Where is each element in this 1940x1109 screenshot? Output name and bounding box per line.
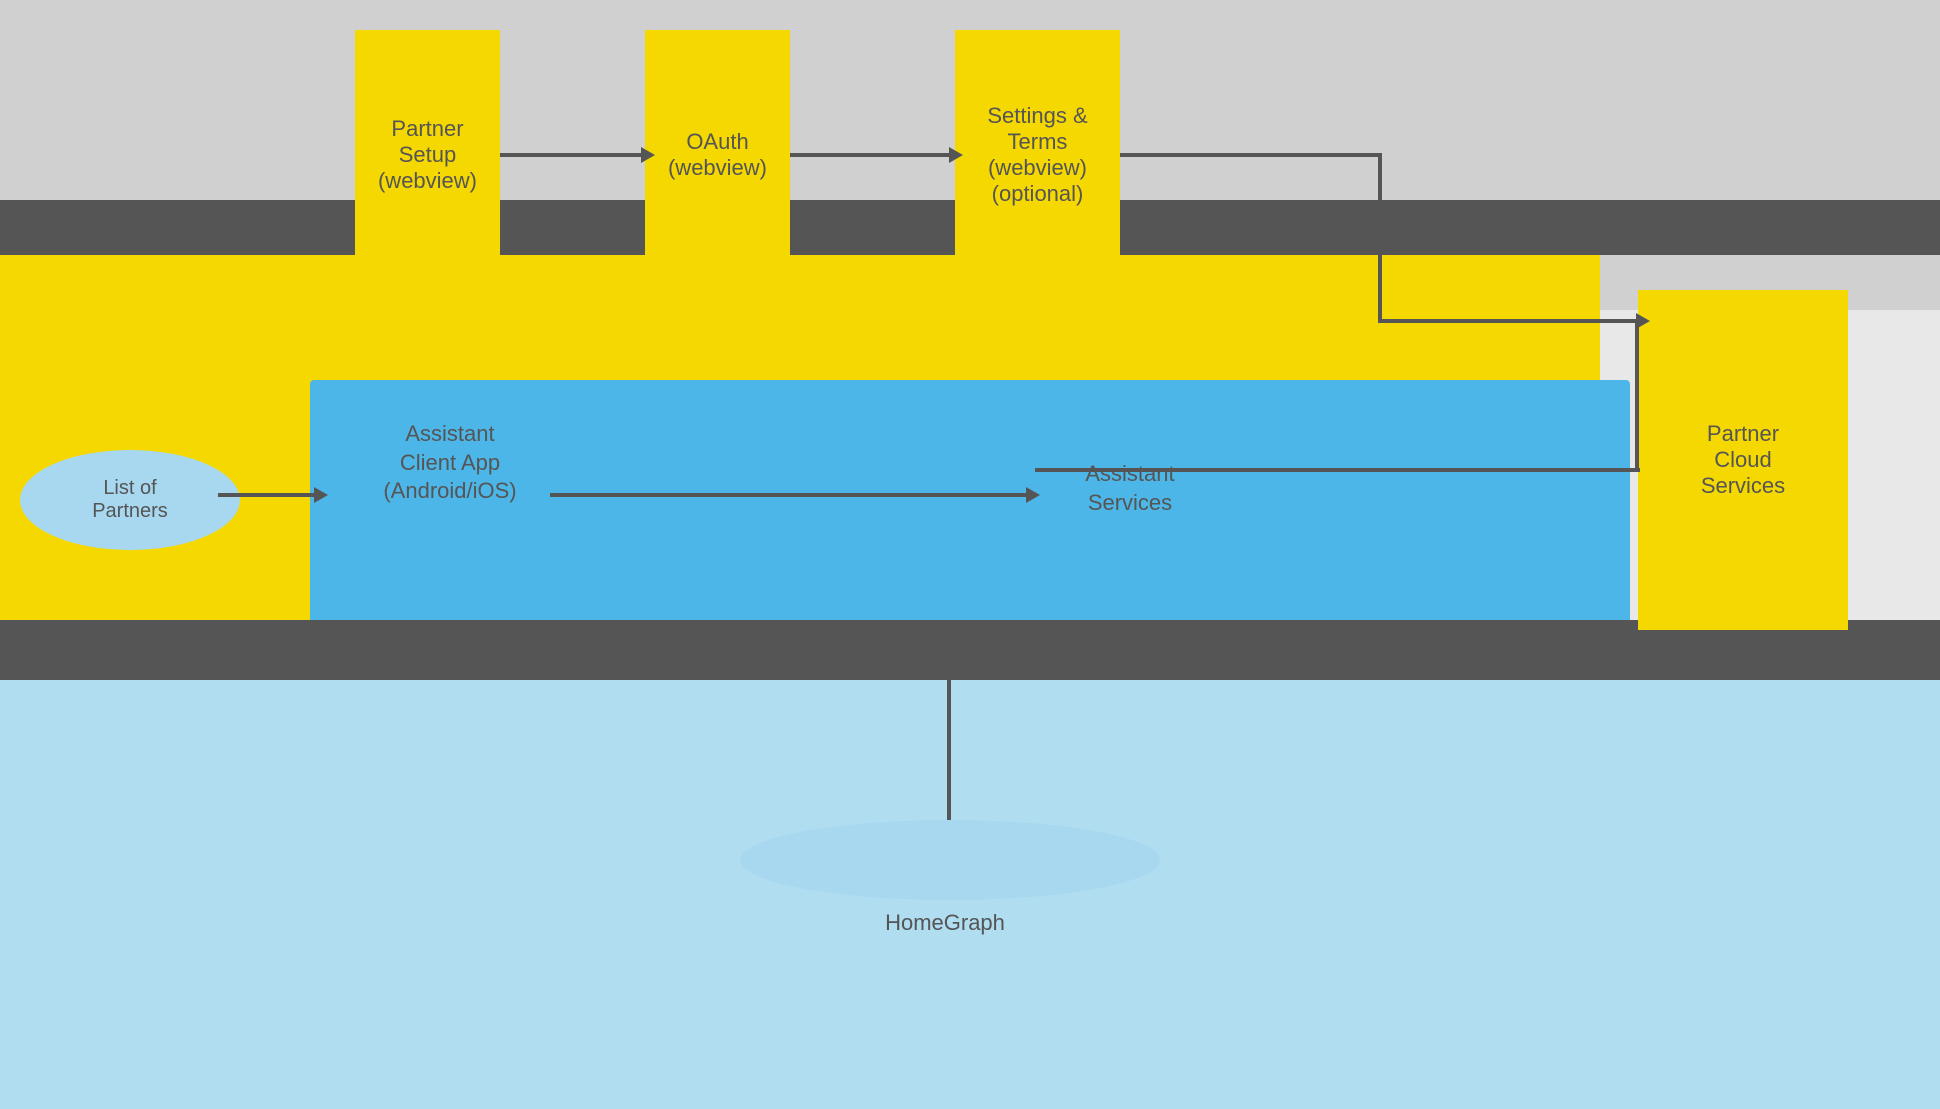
arrow-settings-to-partner-cloud [1382,319,1640,323]
list-of-partners-label: List ofPartners [92,477,168,523]
arrow-client-to-services [550,493,1030,497]
settings-terms-box: Settings &Terms(webview)(optional) [955,30,1120,280]
list-of-partners-oval: List ofPartners [20,450,240,550]
assistant-client-app-box: AssistantClient App(Android/iOS) [350,420,550,506]
arrow-services-up [1635,321,1639,469]
partner-setup-box: PartnerSetup(webview) [355,30,500,280]
partner-cloud-services-box: PartnerCloudServices [1638,290,1848,630]
partner-cloud-services-label: PartnerCloudServices [1701,421,1785,499]
homegraph-oval [740,820,1160,900]
arrow-to-homegraph [947,660,951,825]
arrow-list-to-client [218,493,318,497]
arrow-settings-down [1378,153,1382,323]
settings-terms-label: Settings &Terms(webview)(optional) [987,103,1087,207]
oauth-box: OAuth(webview) [645,30,790,280]
partner-setup-label: PartnerSetup(webview) [378,116,477,194]
arrow-oauth-to-settings [790,153,953,157]
arrow-settings-right [1120,153,1380,157]
arrow-services-right [1035,468,1640,472]
homegraph-text: HomeGraph [835,910,1055,936]
assistant-client-app-label: AssistantClient App(Android/iOS) [383,421,516,503]
oauth-label: OAuth(webview) [668,129,767,181]
arrow-setup-to-oauth [500,153,645,157]
